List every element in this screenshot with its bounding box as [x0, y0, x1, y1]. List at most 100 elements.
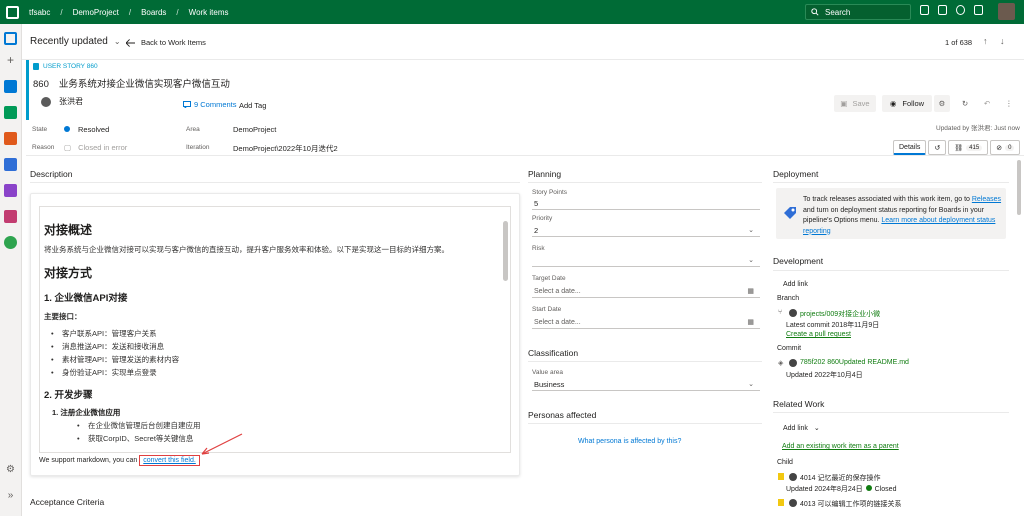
settings-gear-icon[interactable]: ⚙ — [934, 95, 950, 112]
arrow-down-icon[interactable]: ↓ — [1000, 36, 1005, 46]
list-item: 身份验证API：实现单点登录 — [44, 366, 499, 379]
avatar — [41, 96, 51, 107]
back-to-work-items-link[interactable]: Back to Work Items — [126, 38, 206, 47]
arrow-up-icon[interactable]: ↑ — [983, 36, 988, 46]
boards-icon[interactable] — [4, 106, 17, 119]
recently-updated-dropdown[interactable]: Recently updated — [30, 36, 108, 47]
add-icon[interactable]: + — [4, 54, 17, 67]
child-item-link[interactable]: 4014 记忆最近的保存操作 — [800, 473, 881, 483]
list-item: 获取CorpID、Secret等关键信息 — [44, 432, 499, 445]
work-item-tabs: Details ↺ ⛓ 415 ⊘ 0 — [893, 140, 1021, 155]
start-date-label: Start Date — [532, 306, 562, 313]
target-date-input[interactable]: Select a date... ▦ — [532, 285, 760, 298]
follow-button[interactable]: ◉ Follow — [882, 95, 932, 112]
chevron-down-icon: ⌄ — [748, 257, 754, 264]
lock-icon: ▢ — [64, 143, 72, 152]
overview-icon[interactable] — [4, 80, 17, 93]
iteration-value[interactable]: DemoProject\2022年10月迭代2 — [233, 143, 338, 154]
breadcrumb-org[interactable]: tfsabc — [29, 8, 50, 17]
azure-devops-logo-icon[interactable] — [6, 5, 19, 19]
tab-attachments[interactable]: ⊘ 0 — [990, 140, 1021, 155]
comments-link[interactable]: 9 Comments — [183, 100, 237, 109]
personas-prompt[interactable]: What persona is affected by this? — [578, 438, 681, 445]
help-icon[interactable] — [956, 5, 965, 15]
page-scrollbar[interactable] — [1017, 160, 1021, 215]
test-plans-icon[interactable] — [4, 184, 17, 197]
priority-select[interactable]: 2 ⌄ — [532, 224, 760, 237]
paperclip-icon: ⊘ — [996, 144, 1003, 152]
list-item: 素材管理API：管理发送的素材内容 — [44, 353, 499, 366]
avatar — [789, 473, 797, 481]
editor-scrollbar[interactable] — [503, 221, 508, 281]
divider — [30, 182, 520, 183]
add-link-button[interactable]: Add link — [783, 281, 808, 288]
comment-icon — [183, 101, 191, 108]
deployment-heading: Deployment — [773, 169, 819, 179]
extension-icon[interactable] — [4, 236, 17, 249]
state-value[interactable]: Resolved — [64, 125, 109, 134]
chevron-down-icon[interactable]: ⌄ — [114, 37, 121, 46]
value-area-select[interactable]: Business ⌄ — [532, 378, 760, 391]
description-heading: Description — [30, 169, 73, 179]
divider — [528, 423, 762, 424]
commit-link[interactable]: 785f202 860Updated README.md — [800, 359, 909, 366]
child-item-link[interactable]: 4013 可以编辑工作项的链接关系 — [800, 499, 902, 509]
back-label: Back to Work Items — [141, 38, 206, 47]
heading-overview: 对接概述 — [44, 223, 93, 237]
reason-value[interactable]: ▢ Closed in error — [64, 143, 127, 152]
work-item-fields: State Resolved Reason ▢ Closed in error A… — [26, 120, 1024, 156]
settings-gear-icon[interactable]: ⚙ — [4, 464, 17, 477]
add-existing-parent-link[interactable]: Add an existing work item as a parent — [782, 443, 899, 450]
collapse-chevron-icon[interactable]: » — [4, 490, 17, 503]
list-icon[interactable] — [920, 5, 929, 15]
tab-details[interactable]: Details — [893, 140, 927, 155]
calendar-icon[interactable]: ▦ — [747, 318, 754, 326]
avatar — [789, 309, 797, 317]
convert-field-link[interactable]: convert this field. — [139, 455, 200, 466]
value-area-label: Value area — [532, 369, 563, 376]
more-actions-icon[interactable]: ⋮ — [1001, 95, 1017, 112]
project-icon[interactable] — [4, 32, 17, 45]
tab-links[interactable]: ⛓ 415 — [948, 140, 989, 155]
branch-link[interactable]: projects/009对接企业小微 — [800, 309, 880, 319]
pipelines-icon[interactable] — [4, 158, 17, 171]
releases-link[interactable]: Releases — [972, 196, 1001, 203]
branch-latest-commit: Latest commit 2018年11月9日 — [786, 322, 880, 329]
commit-label: Commit — [777, 345, 802, 352]
tab-history[interactable]: ↺ — [928, 140, 947, 155]
start-date-input[interactable]: Select a date... ▦ — [532, 316, 760, 329]
user-settings-icon[interactable] — [974, 5, 983, 15]
breadcrumb-project[interactable]: DemoProject — [73, 8, 119, 17]
repos-icon[interactable] — [4, 132, 17, 145]
personas-heading: Personas affected — [528, 410, 597, 420]
priority-label: Priority — [532, 215, 553, 222]
add-tag-button[interactable]: Add Tag — [239, 101, 266, 110]
work-item-icon — [778, 499, 784, 506]
assigned-to[interactable]: 张洪君 — [41, 96, 83, 107]
shopping-bag-icon[interactable] — [938, 5, 947, 15]
create-pull-request-link[interactable]: Create a pull request — [786, 331, 851, 338]
user-avatar[interactable] — [998, 3, 1015, 20]
search-box[interactable]: Search — [805, 4, 911, 20]
calendar-icon[interactable]: ▦ — [747, 287, 754, 295]
undo-icon[interactable]: ↶ — [979, 95, 995, 112]
annotation-arrow — [201, 433, 243, 455]
work-item-title[interactable]: 860 业务系统对接企业微信实现客户微信互动 — [33, 76, 230, 90]
breadcrumb-boards[interactable]: Boards — [141, 8, 166, 17]
save-button[interactable]: ▣ Save — [834, 95, 876, 112]
reason-label: Reason — [32, 144, 55, 151]
description-editor[interactable]: 对接概述 将业务系统与企业微信对接可以实现与客户微信的直接互动，提升客户服务效率… — [39, 206, 511, 453]
risk-select[interactable]: ⌄ — [532, 254, 760, 267]
breadcrumb-separator: / — [60, 7, 63, 17]
breadcrumb-work-items[interactable]: Work items — [189, 8, 229, 17]
add-link-dropdown[interactable]: Add link ⌄ — [783, 424, 820, 432]
main-interfaces-label: 主要接口： — [44, 312, 82, 321]
search-placeholder: Search — [825, 7, 851, 17]
breadcrumb-separator: / — [128, 7, 132, 17]
area-value[interactable]: DemoProject — [233, 125, 276, 134]
refresh-icon[interactable]: ↻ — [957, 95, 973, 112]
list-item: 消息推送API：发送和接收消息 — [44, 340, 499, 353]
story-points-input[interactable]: 5 — [532, 197, 760, 210]
artifacts-icon[interactable] — [4, 210, 17, 223]
child-item-status: Updated 2024年8月24日 Closed — [786, 485, 897, 493]
